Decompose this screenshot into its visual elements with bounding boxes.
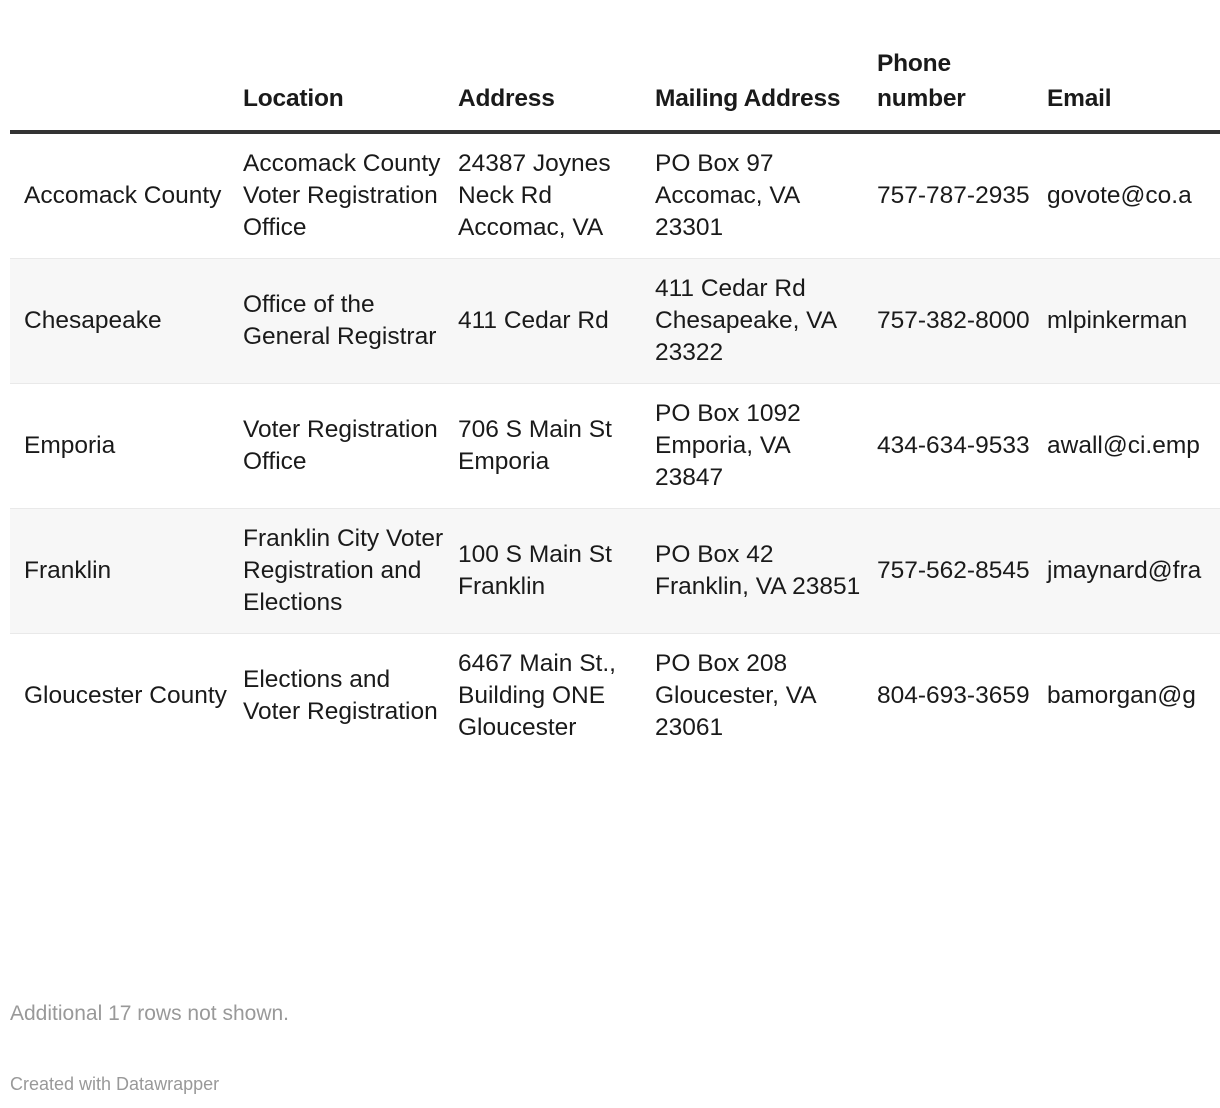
- table-row: Accomack County Accomack County Voter Re…: [10, 132, 1220, 259]
- column-header-address[interactable]: Address: [458, 0, 655, 134]
- cell-rowlabel: Gloucester County: [24, 682, 227, 709]
- cell-location: Voter Registration Office: [243, 416, 438, 475]
- cell-address: 24387 Joynes Neck Rd Accomac, VA: [458, 150, 611, 241]
- cell-email: bamorgan@g: [1047, 682, 1196, 709]
- cell-mailing-address: PO Box 208 Gloucester, VA 23061: [655, 650, 817, 741]
- table-row: Chesapeake Office of the General Registr…: [10, 258, 1220, 384]
- column-header-mailing-address[interactable]: Mailing Address: [655, 0, 877, 134]
- cell-mailing-address: PO Box 1092 Emporia, VA 23847: [655, 400, 801, 491]
- cell-location: Elections and Voter Registration: [243, 666, 438, 725]
- cell-mailing-address: 411 Cedar Rd Chesapeake, VA 23322: [655, 258, 877, 384]
- table-row: Franklin Franklin City Voter Registratio…: [10, 508, 1220, 634]
- table-body: Accomack County Accomack County Voter Re…: [10, 132, 1220, 758]
- cell-location: Office of the General Registrar: [243, 258, 458, 384]
- cell-rowlabel: Chesapeake: [10, 258, 243, 384]
- cell-mailing-address: PO Box 42 Franklin, VA 23851: [655, 508, 877, 634]
- column-header-email[interactable]: Email: [1047, 0, 1220, 134]
- cell-email: mlpinkerman: [1047, 258, 1220, 384]
- cell-email: awall@ci.emp: [1047, 432, 1200, 459]
- datawrapper-table-container: Location Address Mailing Address Phone n…: [0, 0, 1220, 1108]
- table-row: Emporia Voter Registration Office 706 S …: [10, 384, 1220, 509]
- cell-address: 706 S Main St Emporia: [458, 416, 612, 475]
- cell-email: govote@co.a: [1047, 182, 1192, 209]
- rows-not-shown-note: Additional 17 rows not shown.: [10, 1002, 289, 1025]
- datawrapper-credit[interactable]: Created with Datawrapper: [10, 1072, 219, 1096]
- cell-address: 100 S Main St Franklin: [458, 508, 655, 634]
- table-row: Gloucester County Elections and Voter Re…: [10, 634, 1220, 759]
- cell-mailing-address: PO Box 97 Accomac, VA 23301: [655, 150, 801, 241]
- data-table: Location Address Mailing Address Phone n…: [10, 0, 1220, 758]
- table-header-row: Location Address Mailing Address Phone n…: [10, 0, 1220, 134]
- column-header-location[interactable]: Location: [243, 0, 458, 134]
- cell-phone-number: 757-787-2935: [877, 182, 1030, 209]
- cell-location: Accomack County Voter Registration Offic…: [243, 150, 441, 241]
- cell-rowlabel: Accomack County: [24, 182, 222, 209]
- cell-rowlabel: Emporia: [24, 432, 116, 459]
- cell-phone-number: 804-693-3659: [877, 682, 1030, 709]
- column-header-rowlabel[interactable]: [10, 0, 243, 134]
- cell-email: jmaynard@fra: [1047, 508, 1220, 634]
- column-header-phone-number[interactable]: Phone number: [877, 0, 1047, 134]
- cell-phone-number: 757-562-8545: [877, 508, 1047, 634]
- cell-location: Franklin City Voter Registration and Ele…: [243, 508, 458, 634]
- table-header: Location Address Mailing Address Phone n…: [10, 0, 1220, 134]
- cell-rowlabel: Franklin: [10, 508, 243, 634]
- cell-address: 411 Cedar Rd: [458, 258, 655, 384]
- cell-phone-number: 434-634-9533: [877, 432, 1030, 459]
- cell-phone-number: 757-382-8000: [877, 258, 1047, 384]
- cell-address: 6467 Main St., Building ONE Gloucester: [458, 650, 616, 741]
